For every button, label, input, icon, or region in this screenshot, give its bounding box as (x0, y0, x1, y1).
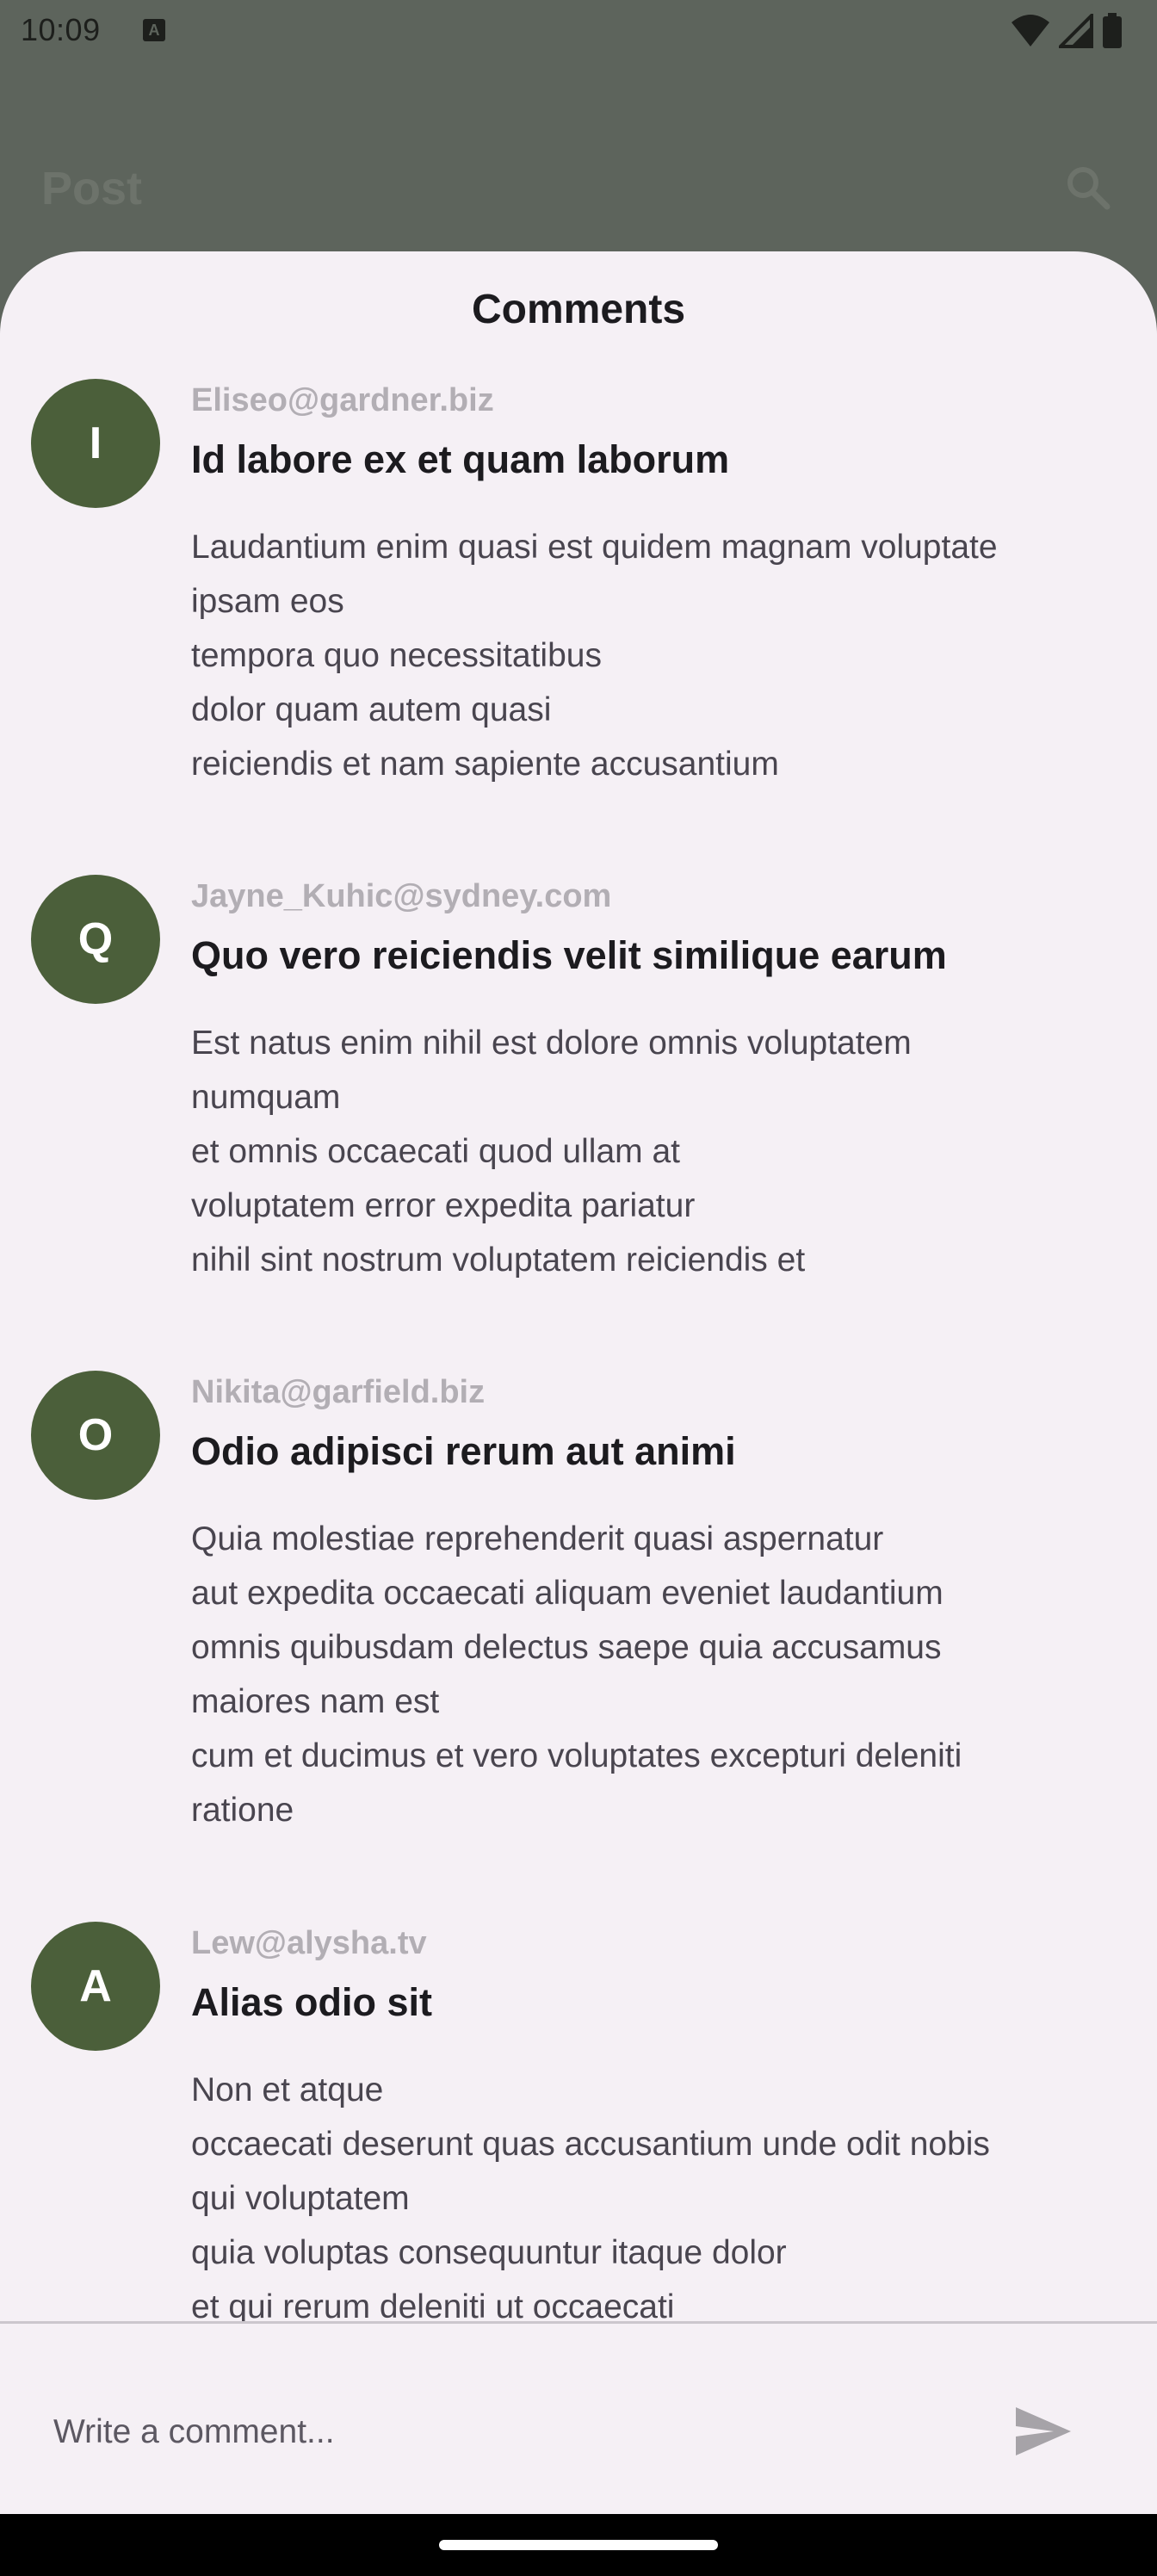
comment-body: Est natus enim nihil est dolore omnis vo… (191, 1016, 1121, 1287)
signal-icon (1059, 14, 1093, 48)
comment-title: Odio adipisci rerum aut animi (191, 1429, 736, 1473)
send-button[interactable] (1007, 2397, 1080, 2466)
comment-body-line: et omnis occaecati quod ullam at (191, 1133, 680, 1170)
comment-body-line: quia voluptas consequuntur itaque dolor (191, 2234, 787, 2271)
comment-title: Alias odio sit (191, 1980, 433, 2024)
comment-body-line: reiciendis et nam sapiente accusantium (191, 746, 779, 783)
system-nav-bar (0, 2514, 1157, 2576)
comment-body-line: Non et atque (191, 2071, 384, 2108)
comment-body-line: ratione (191, 1792, 294, 1829)
comment-title: Id labore ex et quam laborum (191, 437, 730, 481)
comment-input[interactable] (52, 2406, 933, 2459)
app-bar: Post (0, 138, 1157, 241)
comment-body-line: Quia molestiae reprehenderit quasi asper… (191, 1520, 884, 1557)
comments-list[interactable]: I Eliseo@gardner.biz Id labore ex et qua… (0, 379, 1157, 2321)
avatar: Q (31, 875, 160, 1004)
sheet-title: Comments (471, 287, 686, 332)
page-title: Post (41, 163, 143, 214)
comment-body: Quia molestiae reprehenderit quasi asper… (191, 1512, 1121, 1837)
status-bar: 10:09 A (0, 0, 1157, 62)
comment-body-line: maiores nam est (191, 1683, 440, 1720)
divider (0, 2321, 1157, 2324)
comment-body-line: ipsam eos (191, 583, 344, 620)
comment-body-line: cum et ducimus et vero voluptates except… (191, 1737, 962, 1774)
comment-body-line: aut expedita occaecati aliquam eveniet l… (191, 1575, 944, 1612)
comment-body-line: tempora quo necessitatibus (191, 637, 602, 674)
comment-body: Laudantium enim quasi est quidem magnam … (191, 520, 1121, 791)
comment-body-line: dolor quam autem quasi (191, 691, 552, 728)
avatar: O (31, 1371, 160, 1500)
comment-title: Quo vero reiciendis velit similique earu… (191, 933, 947, 977)
comment-body-line: omnis quibusdam delectus saepe quia accu… (191, 1629, 942, 1666)
comment-body-line: et qui rerum deleniti ut occaecati (191, 2288, 675, 2321)
avatar: I (31, 379, 160, 508)
comment-email: Lew@alysha.tv (191, 1925, 427, 1961)
comment-body: Non et atque occaecati deserunt quas acc… (191, 2063, 1121, 2321)
status-icons (1011, 12, 1123, 50)
text-a-icon: A (143, 19, 165, 41)
battery-icon (1103, 13, 1122, 48)
comment-body-line: occaecati deserunt quas accusantium unde… (191, 2126, 990, 2163)
comment-body-line: Laudantium enim quasi est quidem magnam … (191, 529, 998, 566)
send-icon (1016, 2407, 1071, 2455)
comment-body-line: voluptatem error expedita pariatur (191, 1187, 696, 1224)
status-time: 10:09 (21, 12, 101, 47)
wifi-icon (1012, 15, 1049, 46)
comments-sheet: Comments I Eliseo@gardner.biz Id labore … (0, 251, 1157, 2514)
home-gesture-handle[interactable] (439, 2540, 718, 2550)
comment-body-line: qui voluptatem (191, 2180, 410, 2217)
comment-body-line: Est natus enim nihil est dolore omnis vo… (191, 1025, 912, 1062)
comment-email: Jayne_Kuhic@sydney.com (191, 878, 612, 914)
avatar: A (31, 1922, 160, 2051)
comment-body-line: nihil sint nostrum voluptatem reiciendis… (191, 1242, 806, 1279)
comment-email: Eliseo@gardner.biz (191, 382, 494, 418)
comment-email: Nikita@garfield.biz (191, 1374, 486, 1410)
search-icon[interactable] (1064, 164, 1112, 212)
comment-body-line: numquam (191, 1079, 341, 1116)
